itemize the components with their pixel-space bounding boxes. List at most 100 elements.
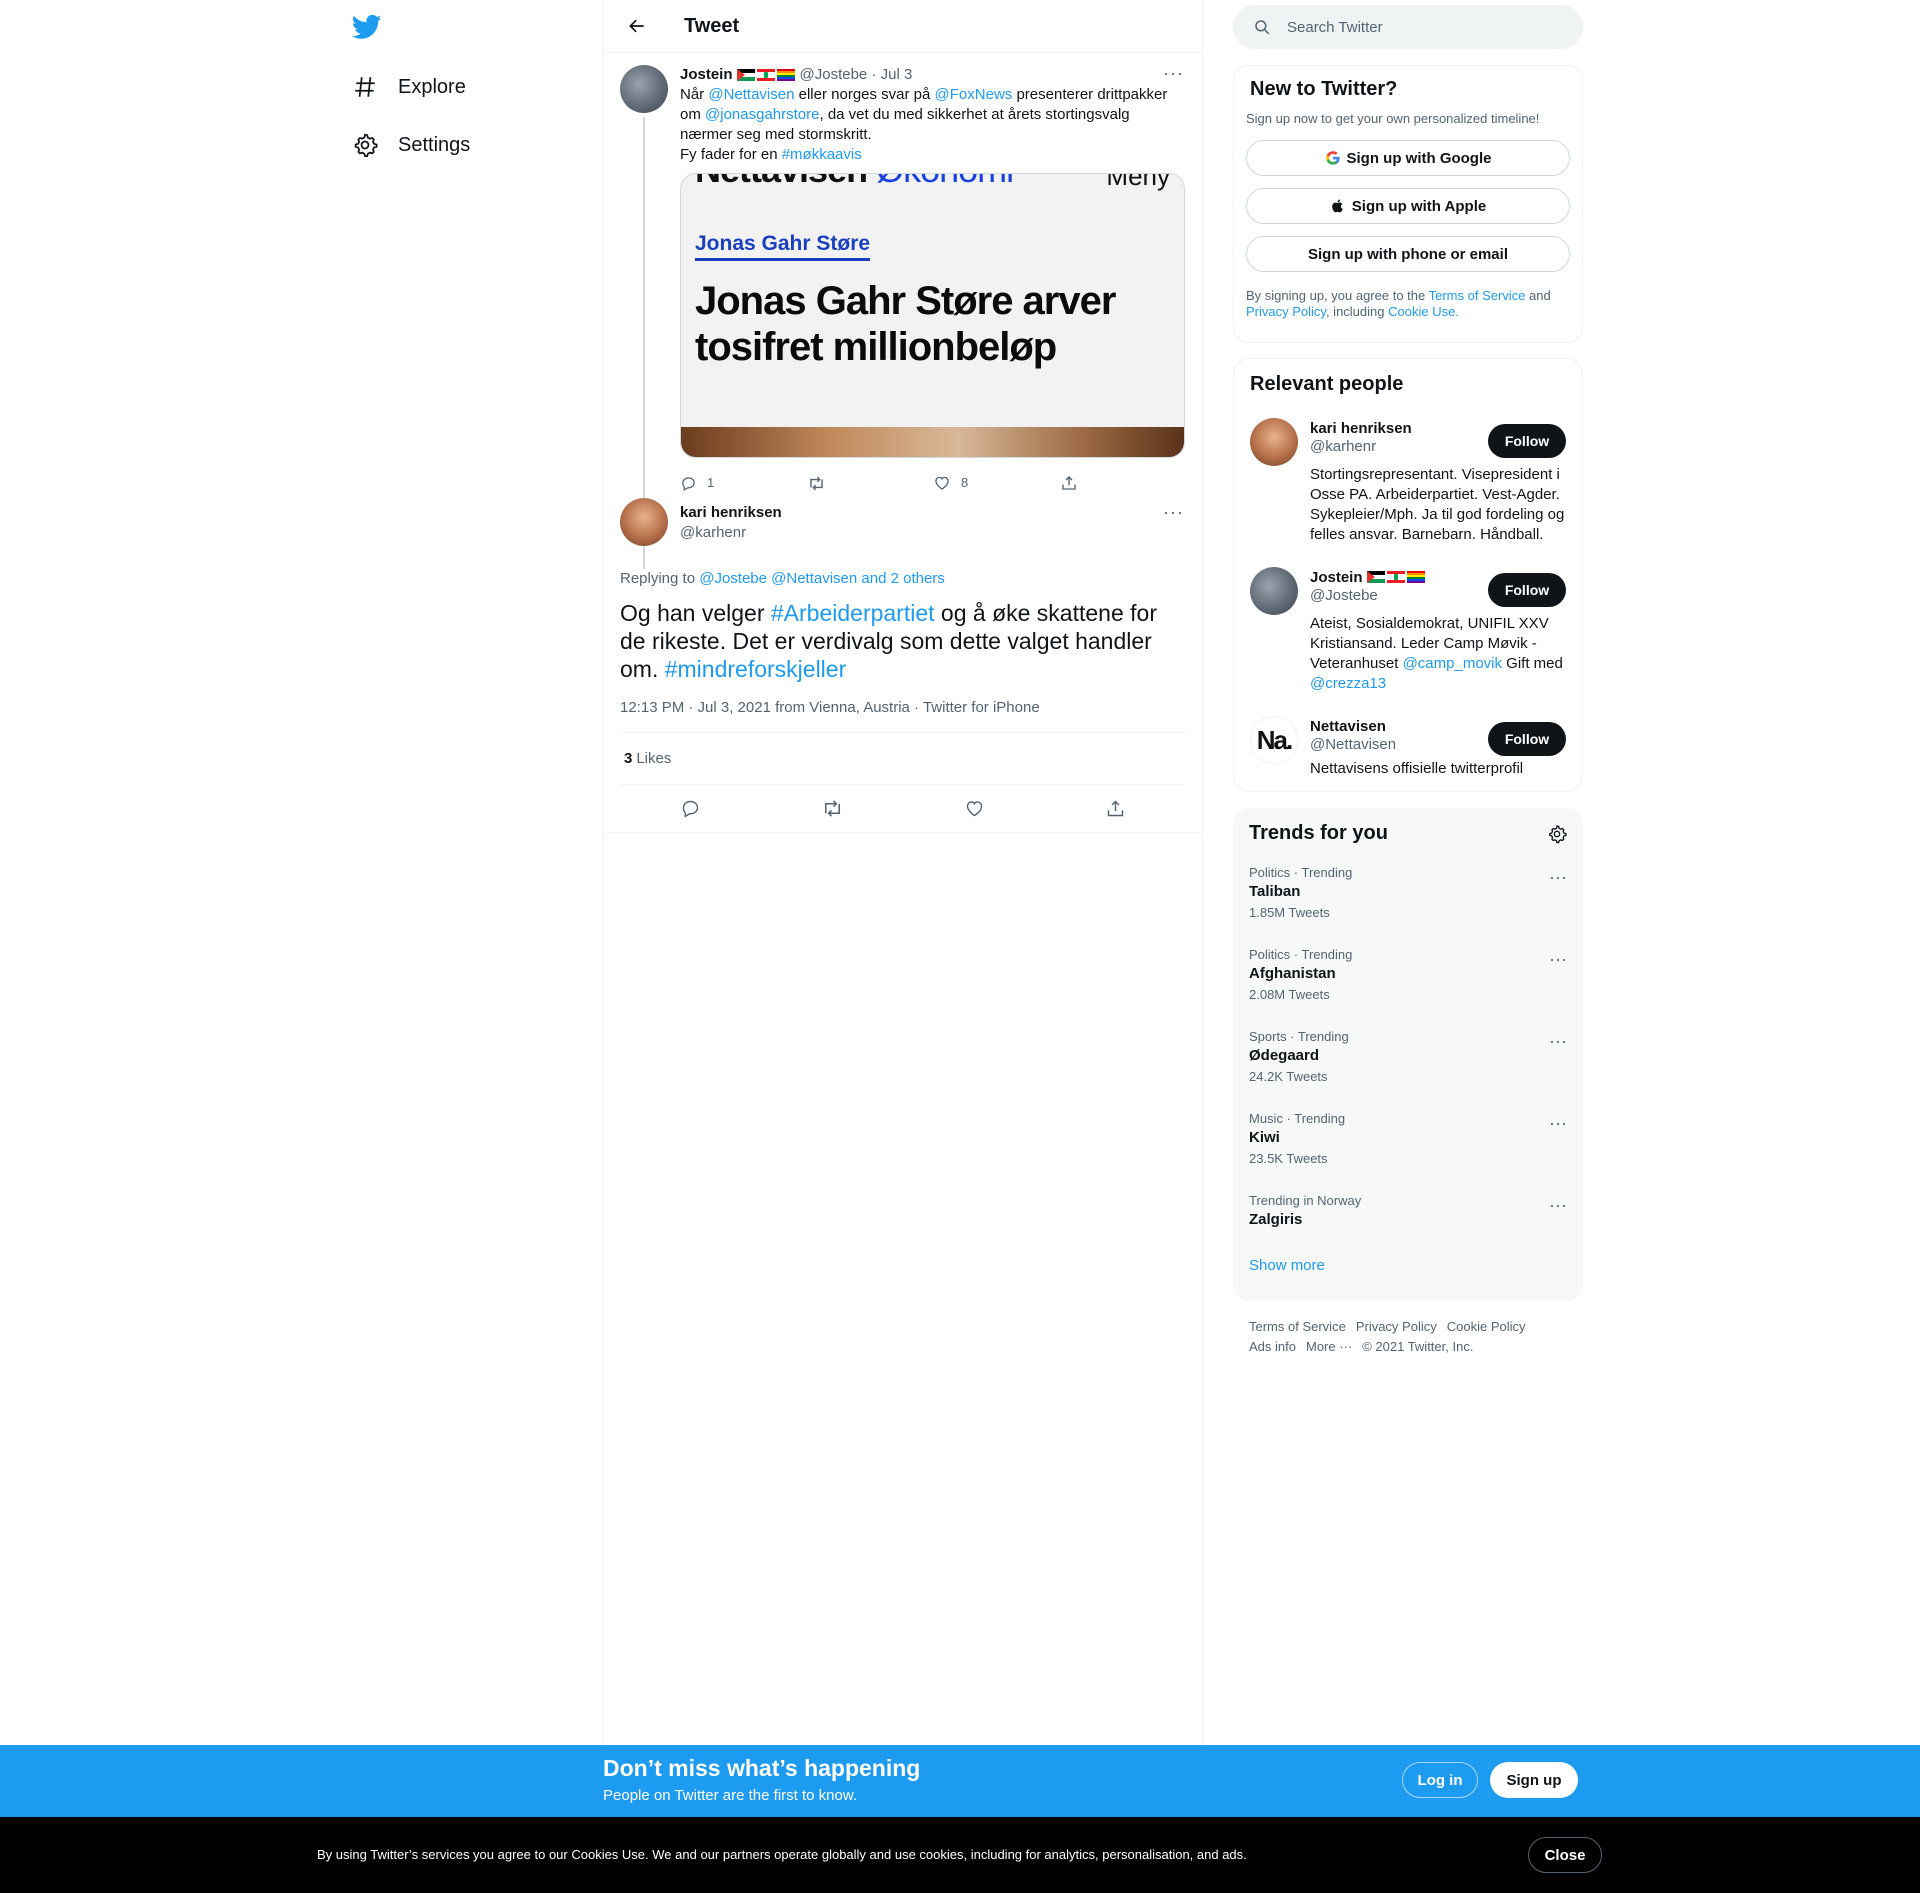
author-name[interactable]: kari henriksen [680, 504, 782, 521]
trend-name: Afghanistan [1249, 965, 1336, 982]
share-button[interactable] [1105, 798, 1126, 819]
author-name[interactable]: Jostein [680, 65, 733, 85]
footer-more-link[interactable]: More ··· [1306, 1339, 1352, 1354]
hashtag-link[interactable]: #møkkaavis [782, 146, 862, 163]
replying-to-link[interactable]: @Jostebe @Nettavisen and 2 others [699, 570, 945, 587]
page-title: Tweet [684, 14, 740, 37]
heart-icon [935, 476, 949, 490]
search-placeholder: Search Twitter [1287, 18, 1383, 36]
reply-icon [682, 800, 699, 818]
footer-terms-link[interactable]: Terms of Service [1249, 1319, 1346, 1334]
signup-google-button[interactable]: Sign up with Google [1246, 140, 1570, 176]
reply-button[interactable] [680, 798, 701, 819]
trend-item[interactable]: Politics · Trending Taliban 1.85M Tweets… [1249, 865, 1567, 947]
parent-tweet[interactable]: ··· Jostein @Jostebe · Jul 3 Når @Nettav… [604, 53, 1202, 569]
hashtag-link[interactable]: #mindreforskjeller [665, 656, 847, 682]
signup-phone-button[interactable]: Sign up with phone or email [1246, 236, 1570, 272]
retweet-button[interactable] [821, 797, 844, 820]
nav-settings-label: Settings [398, 133, 471, 156]
share-button[interactable] [1060, 474, 1187, 492]
focused-tweet: kari henriksen @karhenr ··· Replying to … [604, 498, 1202, 833]
hashtag-link[interactable]: #Arbeiderpartiet [771, 600, 935, 626]
trend-name: Ødegaard [1249, 1047, 1320, 1064]
gear-icon[interactable] [1547, 824, 1567, 849]
banner-title: Don’t miss what’s happening [603, 1755, 921, 1781]
signup-apple-button[interactable]: Sign up with Apple [1246, 188, 1570, 224]
nettavisen-logo-avatar[interactable]: Na. [1250, 716, 1298, 764]
close-button[interactable]: Close [1528, 1837, 1602, 1873]
trend-item[interactable]: Music · Trending Kiwi 23.5K Tweets ··· [1249, 1111, 1567, 1193]
author-handle[interactable]: @karhenr [680, 524, 746, 541]
more-options-icon[interactable]: ··· [1549, 867, 1567, 888]
mention-link[interactable]: @crezza13 [1310, 675, 1386, 692]
tweet-date[interactable]: · Jul 3 [871, 65, 912, 85]
card-menu: Meny [1106, 173, 1170, 191]
follow-button[interactable]: Follow [1488, 722, 1566, 756]
avatar[interactable] [620, 498, 668, 546]
avatar[interactable] [1250, 418, 1298, 466]
footer-cookie-link[interactable]: Cookie Policy [1447, 1319, 1526, 1334]
privacy-link[interactable]: Privacy Policy [1246, 304, 1326, 319]
trend-count: 23.5K Tweets [1249, 1151, 1328, 1166]
nav-settings[interactable]: Settings [352, 120, 470, 170]
mention-link[interactable]: @jonasgahrstore [705, 106, 819, 123]
search-input[interactable]: Search Twitter [1233, 5, 1583, 49]
signup-phone-label: Sign up with phone or email [1307, 245, 1508, 263]
cookie-link[interactable]: Cookie Use. [1388, 304, 1459, 319]
more-options-icon[interactable]: ··· [1163, 63, 1184, 84]
link-card[interactable]: Nettavisen Økonomi Meny Jonas Gahr Støre… [680, 173, 1185, 458]
login-button[interactable]: Log in [1402, 1762, 1478, 1798]
signup-button[interactable]: Sign up [1490, 1762, 1578, 1798]
card-brand-name: Nettavisen [695, 174, 868, 190]
more-options-icon[interactable]: ··· [1549, 1195, 1567, 1216]
person-card[interactable]: Jostein @Jostebe Follow Ateist, Sosialde… [1250, 567, 1566, 694]
trend-context: Politics · Trending [1249, 865, 1353, 880]
like-count: 8 [961, 475, 969, 490]
signup-banner: Don’t miss what’s happening People on Tw… [0, 1745, 1920, 1817]
panel-title: New to Twitter? [1250, 78, 1398, 100]
card-headline: Jonas Gahr Støre arver tosifret millionb… [695, 279, 1116, 369]
trend-item[interactable]: Politics · Trending Afghanistan 2.08M Tw… [1249, 947, 1567, 1029]
cookie-text: By using Twitter’s services you agree to… [317, 1847, 1247, 1862]
show-more-link[interactable]: Show more [1249, 1257, 1567, 1274]
more-options-icon[interactable]: ··· [1549, 949, 1567, 970]
mention-link[interactable]: @camp_movik [1403, 655, 1502, 672]
likes-summary[interactable]: 3 Likes [620, 733, 1186, 785]
rainbow-flag-icon [1406, 571, 1425, 583]
twitter-logo-icon[interactable] [351, 12, 382, 42]
follow-button[interactable]: Follow [1488, 424, 1566, 458]
replying-to: Replying to @Jostebe @Nettavisen and 2 o… [620, 570, 1186, 587]
footer-privacy-link[interactable]: Privacy Policy [1356, 1319, 1437, 1334]
banner-subtitle: People on Twitter are the first to know. [603, 1787, 858, 1804]
person-bio: Ateist, Sosialdemokrat, UNIFIL XXV Krist… [1310, 614, 1566, 694]
trend-item[interactable]: Sports · Trending Ødegaard 24.2K Tweets … [1249, 1029, 1567, 1111]
nav-explore-label: Explore [398, 75, 466, 98]
person-card[interactable]: kari henriksen @karhenr Follow Stortings… [1250, 418, 1566, 545]
like-button[interactable] [964, 798, 985, 819]
footer-ads-link[interactable]: Ads info [1249, 1339, 1296, 1354]
retweet-button[interactable] [807, 474, 934, 493]
tweet-timestamp[interactable]: 12:13 PM · Jul 3, 2021 from Vienna, Aust… [620, 699, 1186, 733]
person-bio: Nettavisens offisielle twitterprofil [1310, 760, 1524, 777]
tweet-actions: 1 8 [680, 468, 1186, 498]
signup-google-label: Sign up with Google [1346, 149, 1492, 167]
avatar[interactable] [1250, 567, 1298, 615]
more-options-icon[interactable]: ··· [1549, 1031, 1567, 1052]
terms-link[interactable]: Terms of Service [1429, 288, 1526, 303]
more-options-icon[interactable]: ··· [1163, 502, 1184, 523]
cookie-consent-bar: By using Twitter’s services you agree to… [0, 1817, 1920, 1893]
nav-explore[interactable]: Explore [352, 62, 466, 112]
more-options-icon[interactable]: ··· [1549, 1113, 1567, 1134]
trend-count: 2.08M Tweets [1249, 987, 1330, 1002]
mention-link[interactable]: @FoxNews [935, 86, 1013, 103]
reply-button[interactable]: 1 [680, 473, 807, 493]
person-card[interactable]: Na. Nettavisen @Nettavisen Follow Nettav… [1250, 716, 1566, 779]
mention-link[interactable]: @Nettavisen [708, 86, 794, 103]
like-button[interactable]: 8 [933, 473, 1060, 493]
back-arrow-icon[interactable] [620, 9, 654, 43]
trend-item[interactable]: Trending in Norway Zalgiris ··· [1249, 1193, 1567, 1255]
follow-button[interactable]: Follow [1488, 573, 1566, 607]
avatar[interactable] [620, 65, 668, 113]
author-handle[interactable]: @Jostebe [800, 65, 868, 85]
relevant-people-panel: Relevant people kari henriksen @karhenr … [1233, 358, 1583, 792]
